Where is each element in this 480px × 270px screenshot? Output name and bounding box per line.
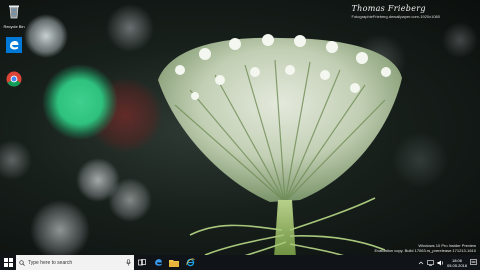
recycle-bin-shortcut[interactable]: Recycle Bin — [2, 3, 26, 29]
flower-wallpaper-image — [158, 34, 402, 255]
watermark-url: FotographieFrieberg.dewallpaper.com-1920… — [351, 14, 441, 19]
clock-date: 05.05.2018 — [446, 262, 467, 268]
taskbar: Type here to search 18:06 05.05.2018 — [0, 255, 480, 270]
taskbar-edge-button[interactable] — [150, 255, 166, 270]
notifications-icon[interactable] — [470, 259, 477, 266]
chevron-up-icon[interactable] — [418, 260, 424, 266]
search-placeholder: Type here to search — [28, 259, 73, 266]
system-tray: 18:06 05.05.2018 — [418, 258, 480, 268]
evaluation-line-2: Evaluation copy. Build 17063.rs_prerelea… — [374, 248, 476, 253]
recycle-bin-label: Recycle Bin — [3, 24, 25, 29]
folder-icon — [169, 259, 179, 267]
volume-icon[interactable] — [437, 260, 444, 266]
edge-shortcut[interactable] — [2, 37, 26, 58]
edge-icon — [6, 37, 22, 53]
start-button[interactable] — [0, 255, 16, 270]
clock[interactable]: 18:06 05.05.2018 — [447, 258, 467, 268]
taskbar-file-explorer-button[interactable] — [166, 255, 182, 270]
task-view-button[interactable] — [134, 255, 150, 270]
chrome-shortcut[interactable] — [2, 71, 26, 92]
desktop[interactable]: Recycle Bin Thomas Frieberg FotographieF… — [0, 0, 480, 255]
edge-icon — [154, 259, 162, 266]
recycle-bin-icon — [9, 5, 19, 19]
taskbar-ie-button[interactable] — [182, 255, 198, 270]
search-icon — [19, 259, 25, 266]
search-box[interactable]: Type here to search — [16, 255, 134, 270]
windows-logo-icon — [3, 258, 13, 267]
chrome-icon — [6, 71, 22, 87]
microphone-icon[interactable] — [126, 259, 131, 266]
network-icon[interactable] — [427, 259, 434, 266]
internet-explorer-icon — [185, 258, 195, 267]
watermark-name: Thomas Frieberg — [351, 4, 426, 13]
wallpaper-watermark: Thomas Frieberg FotographieFrieberg.dewa… — [352, 4, 441, 19]
evaluation-watermark: Windows 10 Pro Insider Preview Evaluatio… — [374, 243, 476, 253]
task-view-icon — [138, 259, 146, 266]
